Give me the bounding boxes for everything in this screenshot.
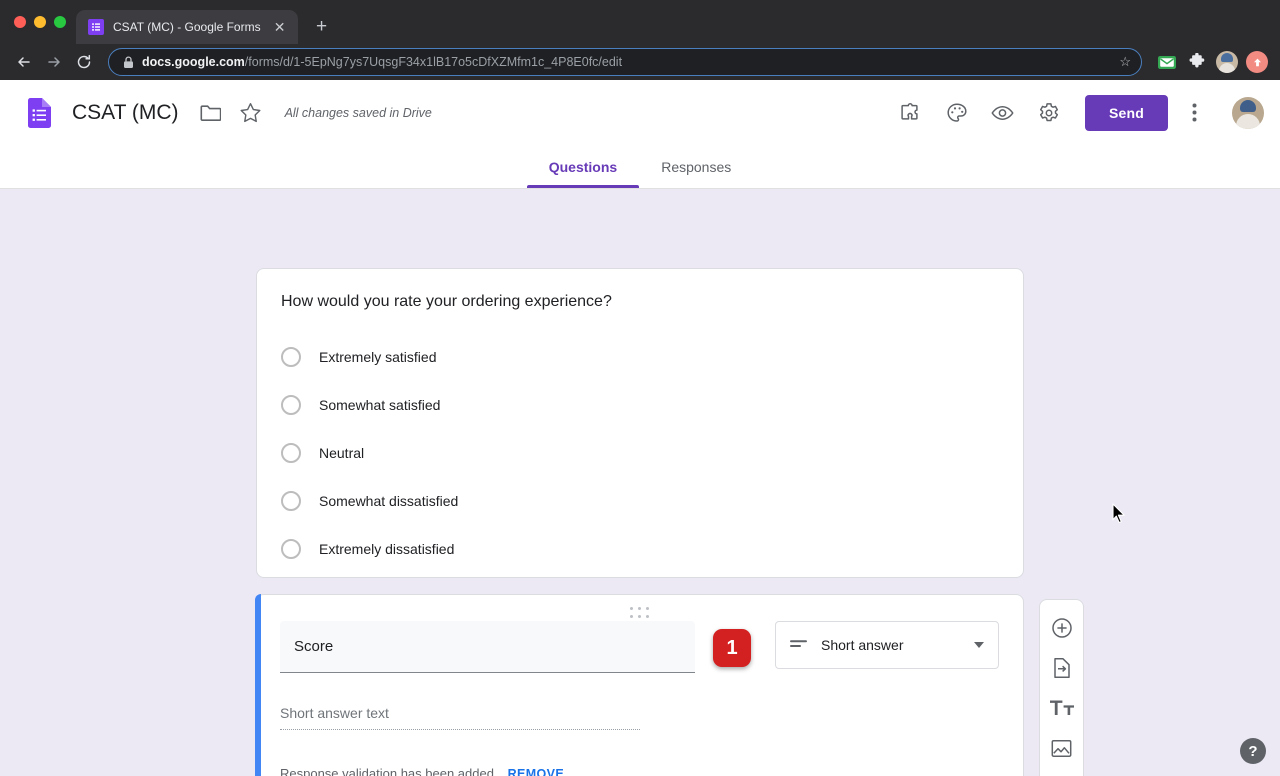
question-card-1[interactable]: How would you rate your ordering experie… (256, 268, 1024, 578)
question-type-dropdown[interactable]: Short answer (775, 621, 999, 669)
mail-icon[interactable] (1154, 49, 1180, 75)
folder-icon[interactable] (191, 93, 231, 133)
short-answer-icon (790, 636, 807, 654)
browser-chrome: CSAT (MC) - Google Forms ✕ + (0, 0, 1280, 80)
mouse-cursor (1112, 503, 1126, 529)
question-2-title-input[interactable]: Score (280, 621, 695, 673)
add-image-button[interactable] (1042, 728, 1082, 768)
google-forms-app: CSAT (MC) All changes saved in Drive (0, 80, 1280, 776)
option-label: Somewhat satisfied (319, 397, 440, 413)
status-badge: 1 (713, 629, 751, 667)
option-row-3[interactable]: Neutral (257, 429, 1023, 477)
forms-favicon-icon (88, 19, 104, 35)
new-tab-button[interactable]: + (308, 13, 336, 41)
forward-button[interactable] (40, 48, 68, 76)
remove-validation-link[interactable]: REMOVE (508, 767, 565, 776)
option-row-4[interactable]: Somewhat dissatisfied (257, 477, 1023, 525)
short-answer-placeholder: Short answer text (280, 705, 640, 730)
tab-questions[interactable]: Questions (527, 145, 639, 188)
question-card-2[interactable]: Score 1 Short answer Short answer text R… (256, 594, 1024, 776)
question-side-toolbar (1039, 599, 1084, 776)
eye-icon[interactable] (983, 93, 1023, 133)
drag-handle-icon[interactable] (256, 607, 1023, 619)
address-bar[interactable]: docs.google.com/forms/d/1-5EpNg7ys7UqsgF… (108, 48, 1142, 76)
add-video-button[interactable] (1042, 768, 1082, 776)
chevron-down-icon (974, 642, 984, 648)
extensions-puzzle-icon[interactable] (1184, 49, 1210, 75)
question-type-label: Short answer (821, 637, 960, 653)
drag-dots (630, 607, 650, 619)
option-row-5[interactable]: Extremely dissatisfied (257, 525, 1023, 573)
radio-icon[interactable] (281, 395, 301, 415)
browser-tabstrip: CSAT (MC) - Google Forms ✕ + (0, 0, 1280, 44)
add-title-description-button[interactable] (1042, 688, 1082, 728)
window-traffic-lights (10, 0, 76, 44)
radio-icon[interactable] (281, 443, 301, 463)
url-domain: docs.google.com (142, 55, 245, 69)
forms-canvas: How would you rate your ordering experie… (0, 190, 1280, 776)
option-label: Extremely dissatisfied (319, 541, 454, 557)
option-row-1[interactable]: Extremely satisfied (257, 333, 1023, 381)
account-avatar[interactable] (1232, 97, 1264, 129)
reload-button[interactable] (70, 48, 98, 76)
url-text: docs.google.com/forms/d/1-5EpNg7ys7UqsgF… (142, 55, 1111, 69)
add-question-button[interactable] (1042, 608, 1082, 648)
close-window-button[interactable] (14, 16, 26, 28)
update-icon[interactable] (1244, 49, 1270, 75)
send-button[interactable]: Send (1085, 95, 1168, 131)
import-questions-button[interactable] (1042, 648, 1082, 688)
browser-tab[interactable]: CSAT (MC) - Google Forms ✕ (76, 10, 298, 44)
maximize-window-button[interactable] (54, 16, 66, 28)
browser-toolbar: docs.google.com/forms/d/1-5EpNg7ys7UqsgF… (0, 44, 1280, 80)
addons-puzzle-icon[interactable] (891, 93, 931, 133)
option-label: Somewhat dissatisfied (319, 493, 458, 509)
save-status: All changes saved in Drive (285, 106, 432, 120)
forms-header: CSAT (MC) All changes saved in Drive (0, 80, 1280, 145)
help-button[interactable]: ? (1240, 738, 1266, 764)
palette-icon[interactable] (937, 93, 977, 133)
radio-icon[interactable] (281, 539, 301, 559)
url-path: /forms/d/1-5EpNg7ys7UqsgF34x1lB17o5cDfXZ… (245, 55, 622, 69)
close-tab-icon[interactable]: ✕ (270, 17, 290, 37)
google-forms-logo-icon (28, 98, 54, 128)
question-1-title: How would you rate your ordering experie… (257, 269, 1023, 311)
form-title[interactable]: CSAT (MC) (72, 101, 179, 125)
radio-icon[interactable] (281, 347, 301, 367)
lock-icon (123, 56, 134, 69)
forms-header-actions: Send (891, 93, 1264, 133)
validation-note-row: Response validation has been added. REMO… (280, 766, 999, 776)
more-vert-icon[interactable] (1174, 93, 1214, 133)
option-row-2[interactable]: Somewhat satisfied (257, 381, 1023, 429)
minimize-window-button[interactable] (34, 16, 46, 28)
browser-tab-title: CSAT (MC) - Google Forms (113, 20, 261, 34)
radio-icon[interactable] (281, 491, 301, 511)
bookmark-star-icon[interactable]: ☆ (1119, 54, 1131, 70)
gear-icon[interactable] (1029, 93, 1069, 133)
validation-note-text: Response validation has been added. (280, 766, 498, 776)
option-label: Extremely satisfied (319, 349, 436, 365)
star-icon[interactable] (231, 93, 271, 133)
option-label: Neutral (319, 445, 364, 461)
forms-tabs: Questions Responses (0, 145, 1280, 189)
tab-responses[interactable]: Responses (639, 145, 753, 188)
profile-avatar[interactable] (1214, 49, 1240, 75)
back-button[interactable] (10, 48, 38, 76)
